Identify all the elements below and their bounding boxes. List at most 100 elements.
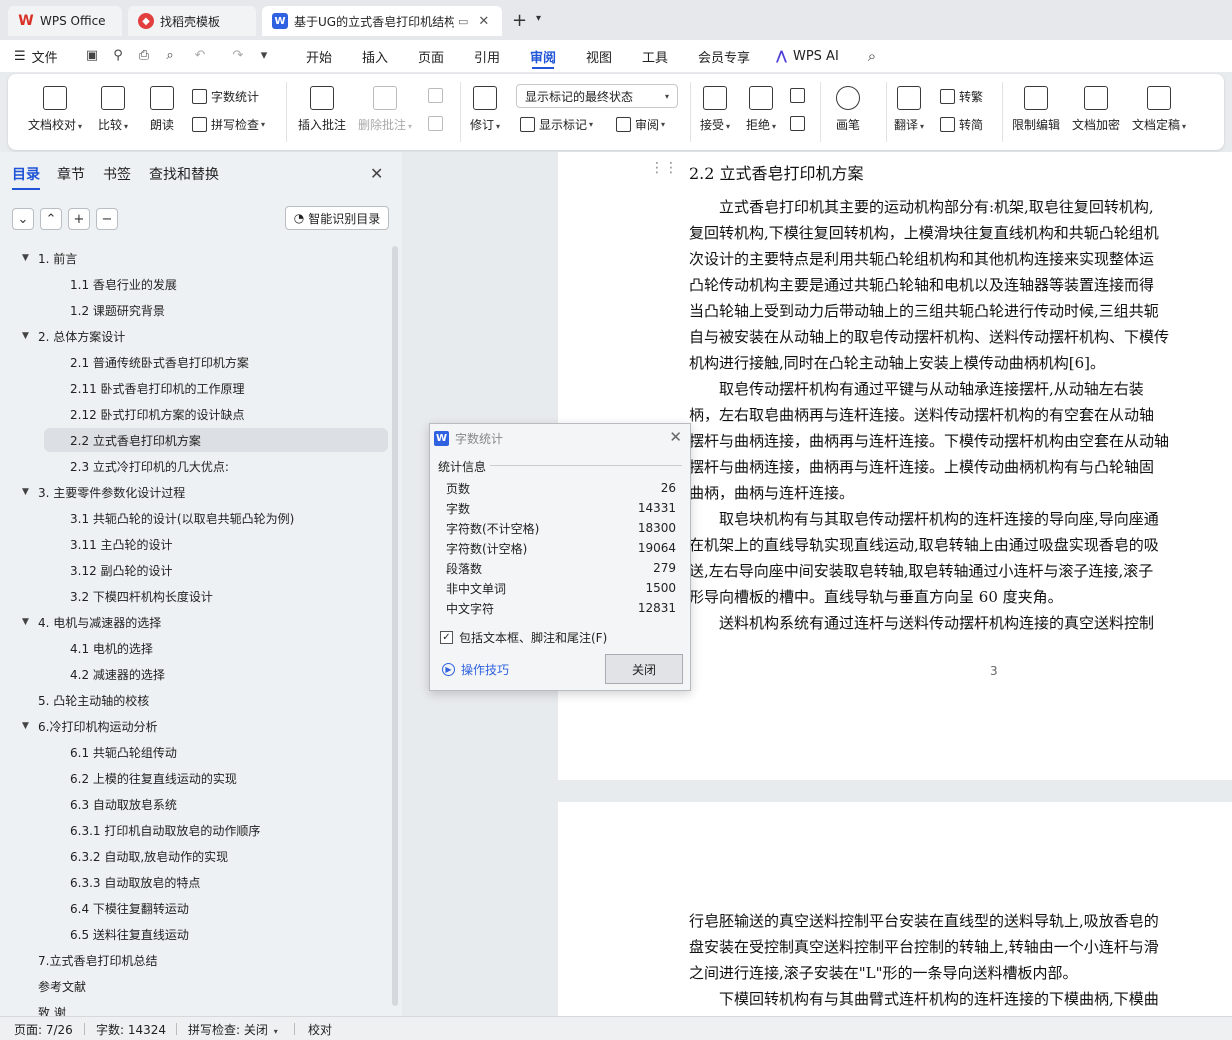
pen-button[interactable]: 画笔: [836, 86, 860, 133]
expand-triangle-icon[interactable]: ▼: [22, 253, 38, 263]
menu-start[interactable]: 开始: [306, 40, 332, 72]
markup-state-select[interactable]: 显示标记的最终状态 ▾: [516, 84, 678, 108]
toc-section[interactable]: 3.11 主凸轮的设计: [70, 532, 173, 556]
toc-section[interactable]: 6.3.1 打印机自动取放皂的动作顺序: [70, 818, 260, 842]
doc-check-button[interactable]: 文档校对 ▾: [28, 86, 82, 133]
tab-find-replace[interactable]: 查找和替换: [149, 164, 219, 184]
menu-review[interactable]: 审阅: [530, 40, 556, 72]
next-comment-button[interactable]: [428, 116, 447, 131]
review-pane-button[interactable]: 审阅 ▾: [616, 116, 665, 133]
menu-reference[interactable]: 引用: [474, 40, 500, 72]
tips-link[interactable]: ▶ 操作技巧: [442, 661, 509, 678]
smart-toc-button[interactable]: ◔ 智能识别目录: [285, 206, 389, 230]
finalize-button[interactable]: 文档定稿 ▾: [1132, 86, 1186, 133]
page-indicator[interactable]: 页面: 7/26: [14, 1021, 73, 1038]
monitor-icon[interactable]: ▭: [458, 15, 468, 28]
menu-member[interactable]: 会员专享: [698, 40, 750, 72]
toc-chapter[interactable]: 7.立式香皂打印机总结: [22, 948, 157, 972]
toc-section[interactable]: 2.3 立式冷打印机的几大优点:: [70, 454, 229, 478]
expand-triangle-icon[interactable]: ▼: [22, 721, 38, 731]
toc-section[interactable]: 4.1 电机的选择: [70, 636, 153, 660]
toc-chapter[interactable]: ▼ 6.冷打印机构运动分析: [22, 714, 157, 738]
prev-comment-button[interactable]: [428, 88, 447, 103]
toc-section[interactable]: 2.2 立式香皂打印机方案: [44, 428, 388, 452]
accept-button[interactable]: 接受 ▾: [700, 86, 730, 133]
menu-page[interactable]: 页面: [418, 40, 444, 72]
close-pane-icon[interactable]: ✕: [370, 164, 383, 183]
toc-chapter[interactable]: ▼ 4. 电机与减速器的选择: [22, 610, 161, 634]
save-icon[interactable]: ▣: [84, 48, 100, 64]
to-traditional-button[interactable]: 转繁: [940, 88, 983, 105]
include-textbox-checkbox[interactable]: ✓ 包括文本框、脚注和尾注(F): [440, 629, 607, 646]
proof-indicator[interactable]: 校对: [308, 1021, 332, 1038]
redo-icon[interactable]: ↷: [230, 48, 246, 64]
document-page[interactable]: 行皂胚输送的真空送料控制平台安装在直线型的送料导轨上,吸放香皂的 盘安装在受控制真…: [558, 802, 1232, 1016]
tab-bookmarks[interactable]: 书签: [103, 164, 131, 184]
close-button[interactable]: 关闭: [605, 654, 683, 684]
toc-chapter[interactable]: ▼ 1. 前言: [22, 246, 77, 270]
menu-insert[interactable]: 插入: [362, 40, 388, 72]
toc-chapter[interactable]: ▼ 2. 总体方案设计: [22, 324, 125, 348]
tab-document[interactable]: W 基于UG的立式香皂打印机结构 ▭ ✕: [262, 6, 502, 36]
tab-toc[interactable]: 目录: [12, 164, 40, 190]
expand-triangle-icon[interactable]: ▼: [22, 331, 38, 341]
word-count-indicator[interactable]: 字数: 14324: [96, 1021, 166, 1038]
toc-section[interactable]: 6.3.2 自动取,放皂动作的实现: [70, 844, 228, 868]
share-icon[interactable]: ⚲: [110, 48, 126, 64]
wps-ai-button[interactable]: ⋀ WPS AI: [776, 40, 839, 72]
search-icon[interactable]: ⌕: [864, 48, 880, 64]
toc-section[interactable]: 4.2 减速器的选择: [70, 662, 165, 686]
print-icon[interactable]: ⎙: [136, 48, 152, 64]
show-markup-button[interactable]: 显示标记 ▾: [520, 116, 593, 133]
encrypt-button[interactable]: 文档加密: [1072, 86, 1120, 133]
chevron-down-icon[interactable]: ▾: [256, 48, 272, 64]
reject-button[interactable]: 拒绝 ▾: [746, 86, 776, 133]
toc-section[interactable]: 6.5 送料往复直线运动: [70, 922, 189, 946]
toc-scrollbar[interactable]: [392, 246, 398, 1006]
spell-check-button[interactable]: 拼写检查 ▾: [192, 116, 265, 133]
next-change-button[interactable]: [790, 116, 809, 131]
tab-wps-office[interactable]: W WPS Office: [8, 6, 122, 36]
compare-button[interactable]: 比较 ▾: [98, 86, 128, 133]
toc-chapter[interactable]: ▼ 3. 主要零件参数化设计过程: [22, 480, 185, 504]
dialog-title-bar[interactable]: W 字数统计: [434, 428, 503, 448]
toc-section[interactable]: 3.1 共轭凸轮的设计(以取皂共轭凸轮为例): [70, 506, 294, 530]
file-menu[interactable]: ☰ 文件: [14, 40, 58, 72]
dialog-close-icon[interactable]: ✕: [669, 428, 682, 446]
toc-section[interactable]: 6.3 自动取放皂系统: [70, 792, 177, 816]
add-heading-button[interactable]: +: [68, 208, 90, 230]
delete-comment-button[interactable]: 删除批注 ▾: [358, 86, 412, 133]
translate-button[interactable]: 翻译 ▾: [894, 86, 924, 133]
restrict-edit-button[interactable]: 限制编辑: [1012, 86, 1060, 133]
expand-triangle-icon[interactable]: ▼: [22, 617, 38, 627]
toc-section[interactable]: 2.11 卧式香皂打印机的工作原理: [70, 376, 245, 400]
toc-section[interactable]: 6.2 上模的往复直线运动的实现: [70, 766, 237, 790]
read-aloud-button[interactable]: 朗读: [150, 86, 174, 133]
drag-handle-icon[interactable]: ⋮⋮: [650, 160, 678, 176]
menu-tools[interactable]: 工具: [642, 40, 668, 72]
tab-chapters[interactable]: 章节: [57, 164, 85, 184]
to-simplified-button[interactable]: 转简: [940, 116, 983, 133]
toc-chapter[interactable]: 参考文献: [22, 974, 86, 998]
collapse-all-button[interactable]: ⌄: [12, 208, 34, 230]
print-preview-icon[interactable]: ⌕: [162, 48, 178, 64]
prev-change-button[interactable]: [790, 88, 809, 103]
remove-heading-button[interactable]: −: [96, 208, 118, 230]
expand-triangle-icon[interactable]: ▼: [22, 487, 38, 497]
toc-section[interactable]: 1.1 香皂行业的发展: [70, 272, 177, 296]
word-count-button[interactable]: 字数统计: [192, 88, 259, 105]
toc-chapter[interactable]: 5. 凸轮主动轴的校核: [22, 688, 149, 712]
toc-section[interactable]: 3.2 下模四杆机构长度设计: [70, 584, 213, 608]
revise-button[interactable]: 修订 ▾: [470, 86, 500, 133]
close-tab-icon[interactable]: ✕: [478, 14, 489, 29]
new-tab-button[interactable]: +: [512, 10, 527, 31]
chevron-down-icon[interactable]: ▾: [536, 13, 541, 24]
toc-section[interactable]: 6.4 下模往复翻转运动: [70, 896, 189, 920]
toc-section[interactable]: 2.12 卧式打印机方案的设计缺点: [70, 402, 245, 426]
toc-section[interactable]: 6.1 共轭凸轮组传动: [70, 740, 177, 764]
tab-template[interactable]: ◆ 找稻壳模板: [128, 6, 256, 36]
toc-section[interactable]: 1.2 课题研究背景: [70, 298, 165, 322]
toc-section[interactable]: 6.3.3 自动取放皂的特点: [70, 870, 200, 894]
spell-check-indicator[interactable]: 拼写检查: 关闭 ▾: [188, 1021, 278, 1038]
expand-up-button[interactable]: ⌃: [40, 208, 62, 230]
